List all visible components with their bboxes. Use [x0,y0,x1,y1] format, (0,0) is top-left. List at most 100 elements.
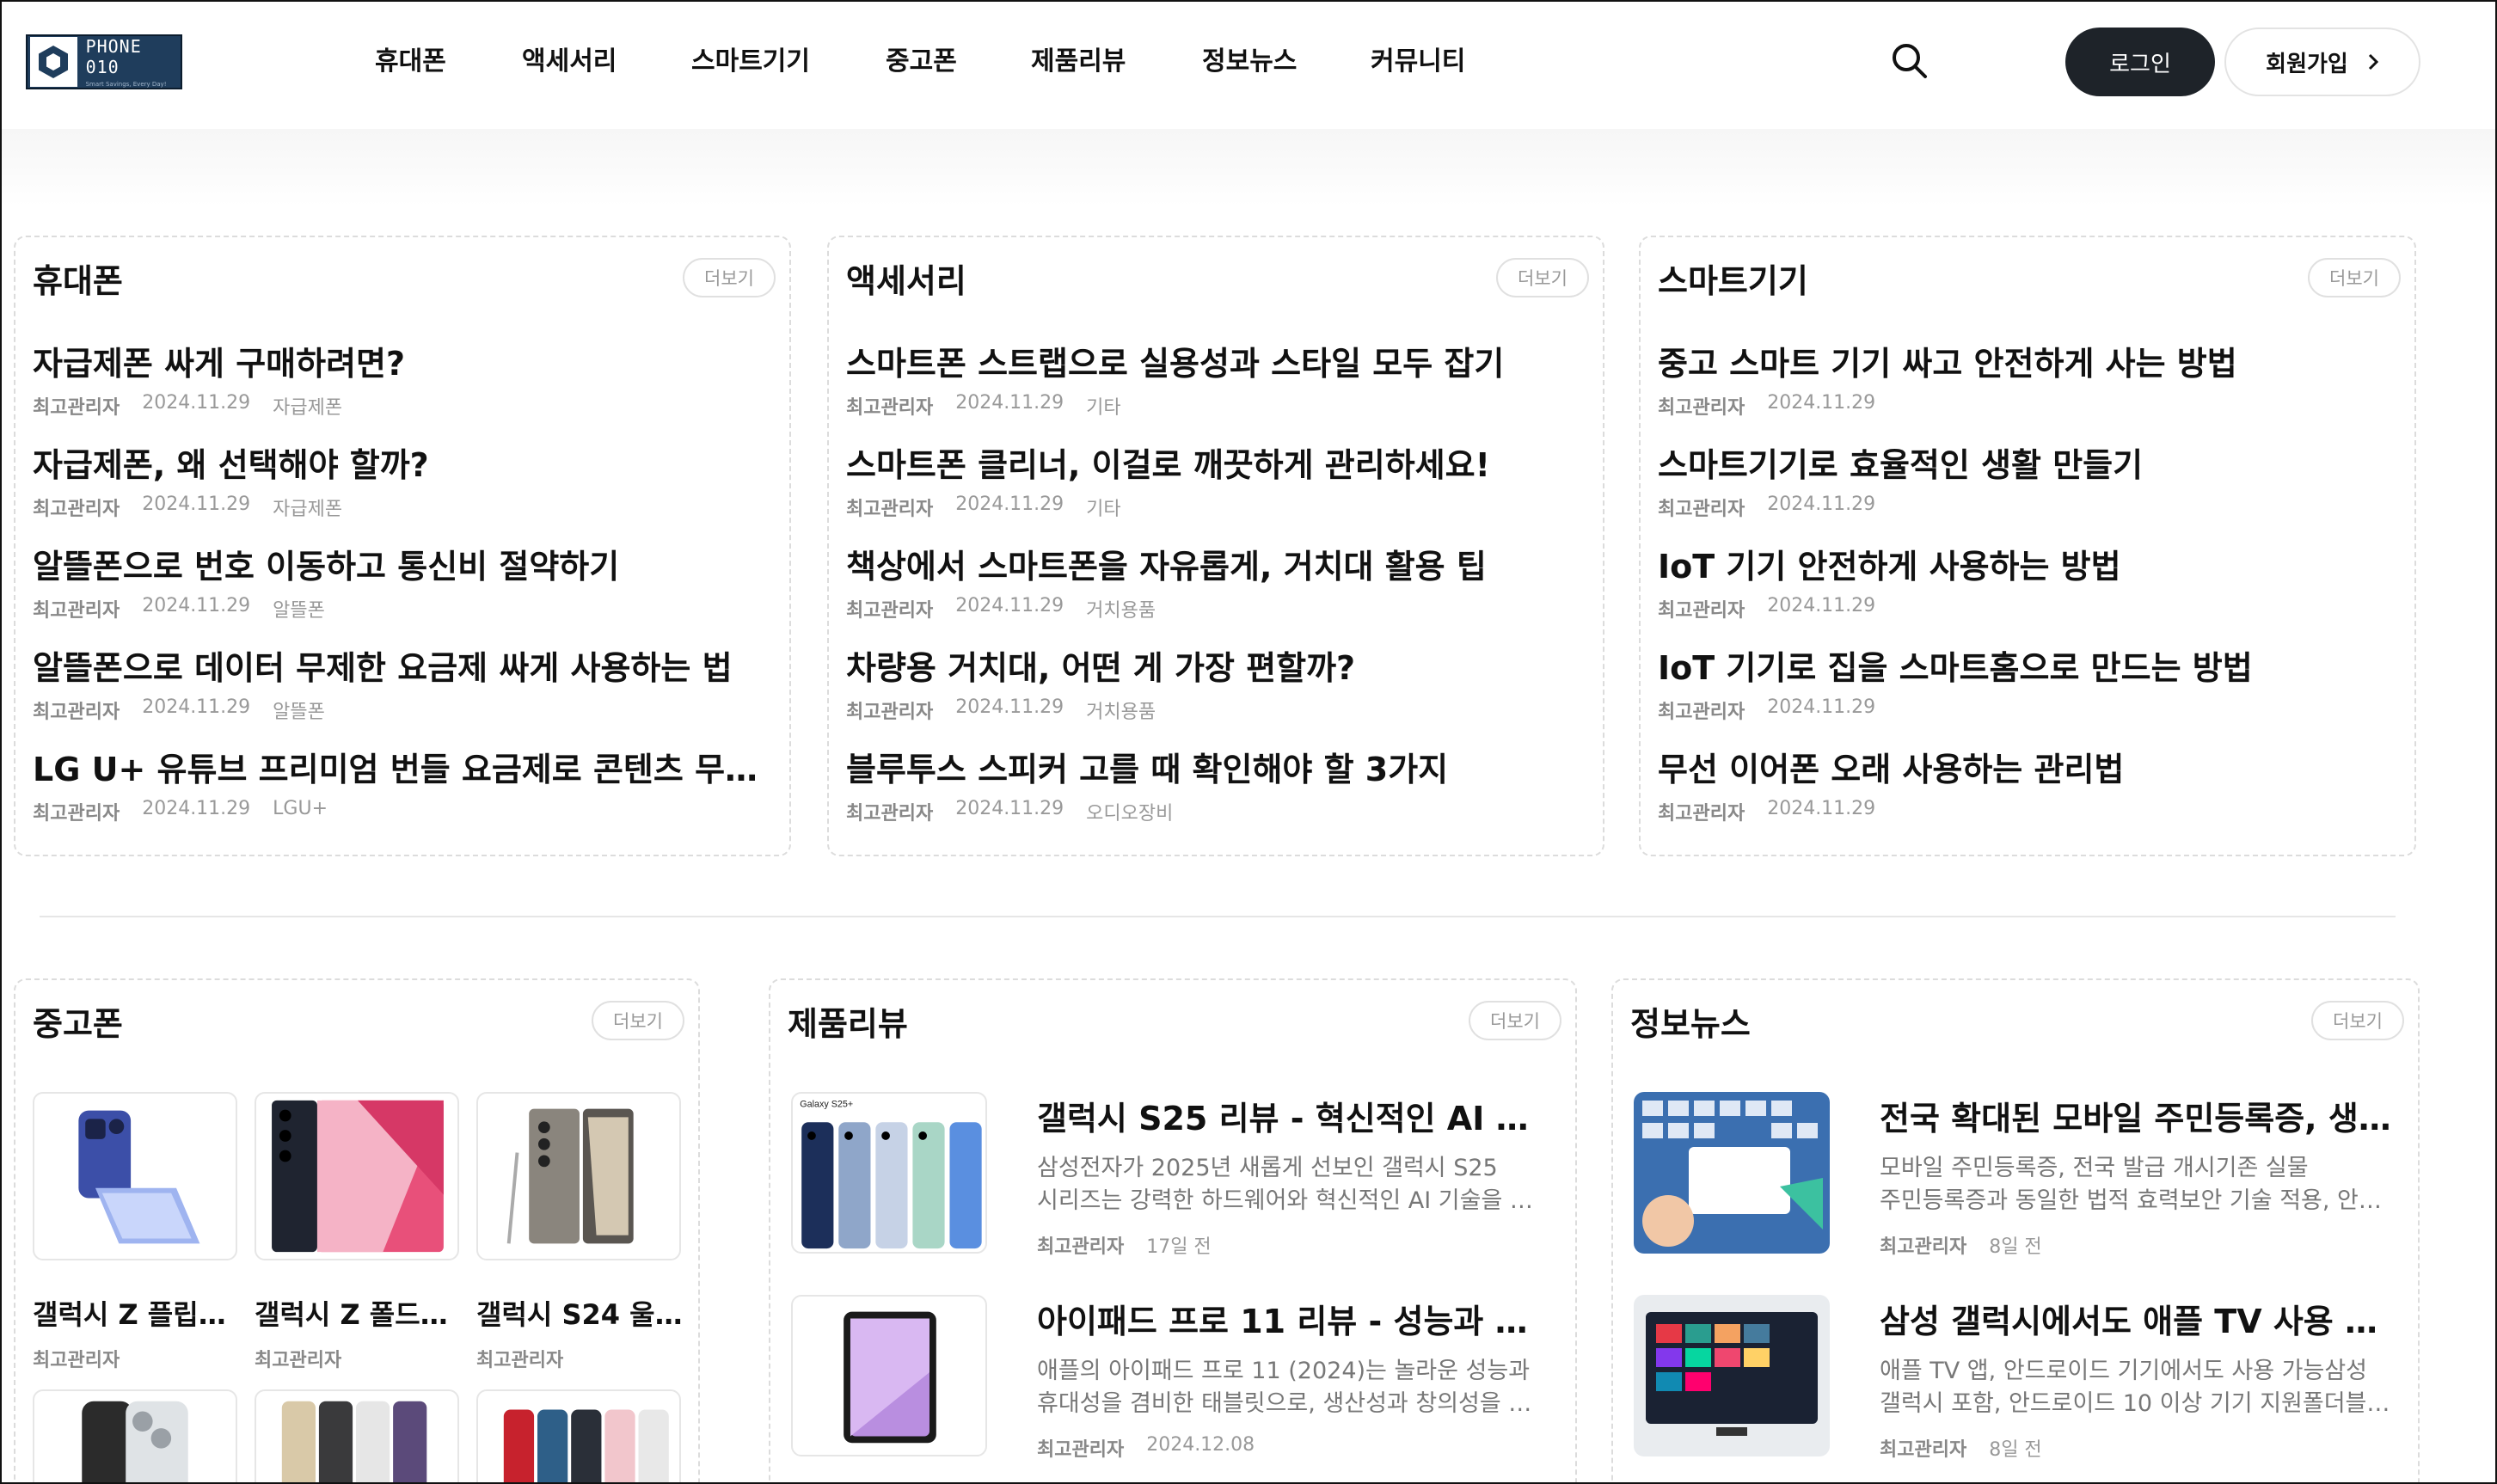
more-button[interactable]: 더보기 [1469,1001,1561,1040]
product-author: 최고관리자 [33,1350,120,1371]
post-item[interactable]: 책상에서 스마트폰을 자유롭게, 거치대 활용 팁 최고관리자 2024.11.2… [846,547,1586,622]
galaxy-z-fold6-image[interactable] [255,1092,459,1260]
excerpt-line: 휴대성을 겸비한 태블릿으로, 생산성과 창의성을 높여주는 [1037,1390,1553,1417]
post-title[interactable]: 알뜰폰으로 데이터 무제한 요금제 싸게 사용하는 법 [33,648,772,688]
review-excerpt: 애플의 아이패드 프로 11 (2024)는 놀라운 성능과 휴대성을 겸비한 태… [1037,1355,1553,1420]
post-category: LGU+ [273,798,328,819]
post-meta: 최고관리자 2024.11.29 [1658,696,2397,724]
post-meta: 최고관리자 2024.11.29 [1658,392,2397,420]
post-title[interactable]: 무선 이어폰 오래 사용하는 관리법 [1658,750,2397,789]
post-title[interactable]: 블루투스 스피커 고를 때 확인해야 할 3가지 [846,750,1586,789]
post-date: 2024.11.29 [142,696,251,718]
post-title[interactable]: 알뜰폰으로 번호 이동하고 통신비 절약하기 [33,547,772,586]
iphone-14-pro-image[interactable] [255,1389,459,1482]
post-title[interactable]: 책상에서 스마트폰을 자유롭게, 거치대 활용 팁 [846,547,1586,586]
iphone-13-image[interactable] [476,1389,681,1482]
post-author: 최고관리자 [33,499,120,520]
galaxy-z-flip6-image[interactable] [33,1092,237,1260]
post-title[interactable]: 중고 스마트 기기 싸고 안전하게 사는 방법 [1658,344,2397,383]
review-author: 최고관리자 [1037,1439,1125,1461]
more-button[interactable]: 더보기 [1496,258,1589,297]
post-item[interactable]: 중고 스마트 기기 싸고 안전하게 사는 방법 최고관리자 2024.11.29 [1658,344,2397,420]
post-item[interactable]: 차량용 거치대, 어떤 게 가장 편할까? 최고관리자 2024.11.29 거치용… [846,648,1586,724]
news-excerpt: 모바일 주민등록증, 전국 발급 개시기존 실물 주민등록증과 동일한 법적 효력… [1880,1152,2396,1217]
post-item[interactable]: 블루투스 스피커 고를 때 확인해야 할 3가지 최고관리자 2024.11.29… [846,750,1586,825]
ipad-pro-image[interactable] [791,1295,987,1456]
news-title[interactable]: 삼성 갤럭시에서도 애플 TV 사용 가능 [1880,1295,2396,1342]
post-category: 거치용품 [1086,702,1156,723]
review-meta: 최고관리자 2024.12.08 [1037,1434,1255,1462]
post-meta: 최고관리자 2024.11.29 자급제폰 [33,494,772,521]
nav-item-smart-devices[interactable]: 스마트기기 [691,40,810,77]
post-item[interactable]: IoT 기기 안전하게 사용하는 방법 최고관리자 2024.11.29 [1658,547,2397,622]
post-meta: 최고관리자 2024.11.29 거치용품 [846,595,1586,622]
review-thumbnail-image[interactable]: Galaxy S25+ [791,1092,987,1254]
post-item[interactable]: 스마트폰 스트랩으로 실용성과 스타일 모두 잡기 최고관리자 2024.11.2… [846,344,1586,420]
post-item[interactable]: 알뜰폰으로 번호 이동하고 통신비 절약하기 최고관리자 2024.11.29 알뜰… [33,547,772,622]
iphone-15-image[interactable] [33,1389,237,1482]
chevron-right-icon [2368,53,2378,71]
post-item[interactable]: 스마트폰 클리너, 이걸로 깨끗하게 관리하세요! 최고관리자 2024.11.2… [846,445,1586,521]
nav-item-used-phones[interactable]: 중고폰 [886,40,957,77]
nav-item-phones[interactable]: 휴대폰 [375,40,446,77]
keyboard-card-image[interactable] [1634,1092,1830,1254]
post-title[interactable]: LG U+ 유튜브 프리미엄 번들 요금제로 콘텐츠 무제한 즐기기 [33,750,772,789]
news-author: 최고관리자 [1880,1236,1967,1258]
more-button[interactable]: 더보기 [2311,1001,2404,1040]
post-category: 자급제폰 [273,397,343,419]
post-meta: 최고관리자 2024.11.29 [1658,595,2397,622]
section-title: 휴대폰 [33,262,123,300]
galaxy-s24-ultra-image[interactable] [476,1092,681,1260]
post-item[interactable]: 자급제폰, 왜 선택해야 할까? 최고관리자 2024.11.29 자급제폰 [33,445,772,521]
post-item[interactable]: IoT 기기로 집을 스마트홈으로 만드는 방법 최고관리자 2024.11.29 [1658,648,2397,724]
section-card-used-phones: 중고폰 더보기 갤럭시 Z 플립6 자급제 갤럭시 Z 폴드6 자급제 갤럭시 … [14,978,700,1482]
post-title[interactable]: 스마트폰 클리너, 이걸로 깨끗하게 관리하세요! [846,445,1586,485]
more-button[interactable]: 더보기 [683,258,776,297]
product-author: 최고관리자 [476,1350,564,1371]
post-author: 최고관리자 [33,803,120,825]
post-item[interactable]: 알뜰폰으로 데이터 무제한 요금제 싸게 사용하는 법 최고관리자 2024.11… [33,648,772,724]
product-title[interactable]: 갤럭시 S24 울트라 자급제 [476,1293,683,1333]
post-title[interactable]: 자급제폰 싸게 구매하려면? [33,344,772,383]
post-author: 최고관리자 [846,803,934,825]
post-item[interactable]: 스마트기기로 효율적인 생활 만들기 최고관리자 2024.11.29 [1658,445,2397,521]
review-title[interactable]: 아이패드 프로 11 리뷰 - 성능과 휴대성의 조화 [1037,1295,1553,1342]
post-date: 2024.11.29 [1767,696,1876,718]
post-category: 자급제폰 [273,499,343,520]
post-category: 기타 [1086,397,1121,419]
post-title[interactable]: 차량용 거치대, 어떤 게 가장 편할까? [846,648,1586,688]
nav-item-community[interactable]: 커뮤니티 [1371,40,1465,77]
review-title[interactable]: 갤럭시 S25 리뷰 - 혁신적인 AI 기능과 성능 [1037,1092,1553,1139]
post-title[interactable]: 스마트기기로 효율적인 생활 만들기 [1658,445,2397,485]
product-title[interactable]: 갤럭시 Z 폴드6 자급제 [255,1293,461,1333]
post-meta: 최고관리자 2024.11.29 LGU+ [33,798,772,825]
post-author: 최고관리자 [1658,499,1745,520]
news-title[interactable]: 전국 확대된 모바일 주민등록증, 생활 속 활용법 [1880,1092,2396,1139]
section-card-reviews: 제품리뷰 더보기 Galaxy S25+ 갤럭시 S25 리뷰 - 혁신적인 A… [769,978,1577,1482]
nav-item-reviews[interactable]: 제품리뷰 [1031,40,1126,77]
section-divider [40,916,2396,917]
signup-button[interactable]: 회원가입 [2224,28,2420,96]
more-button[interactable]: 더보기 [2308,258,2401,297]
post-title[interactable]: 자급제폰, 왜 선택해야 할까? [33,445,772,485]
logo-slogan: Smart Savings, Every Day! [85,81,167,88]
review-meta: 최고관리자 17일 전 [1037,1231,1212,1259]
product-title[interactable]: 갤럭시 Z 플립6 자급제 [33,1293,239,1333]
search-icon[interactable] [1888,40,1931,83]
post-title[interactable]: IoT 기기 안전하게 사용하는 방법 [1658,547,2397,586]
more-button[interactable]: 더보기 [592,1001,684,1040]
post-item[interactable]: LG U+ 유튜브 프리미엄 번들 요금제로 콘텐츠 무제한 즐기기 최고관리자… [33,750,772,825]
news-meta: 최고관리자 8일 전 [1880,1231,2042,1259]
section-title: 제품리뷰 [788,1005,908,1043]
post-title[interactable]: 스마트폰 스트랩으로 실용성과 스타일 모두 잡기 [846,344,1586,383]
nav-item-accessories[interactable]: 액세서리 [522,40,617,77]
post-item[interactable]: 무선 이어폰 오래 사용하는 관리법 최고관리자 2024.11.29 [1658,750,2397,825]
nav-item-news[interactable]: 정보뉴스 [1202,40,1297,77]
post-title[interactable]: IoT 기기로 집을 스마트홈으로 만드는 방법 [1658,648,2397,688]
site-logo[interactable]: PHONE 010 Smart Savings, Every Day! [26,34,182,89]
post-item[interactable]: 자급제폰 싸게 구매하려면? 최고관리자 2024.11.29 자급제폰 [33,344,772,420]
post-category: 알뜰폰 [273,702,325,723]
smart-tv-image[interactable] [1634,1295,1830,1456]
post-date: 2024.11.29 [955,494,1064,515]
login-button[interactable]: 로그인 [2065,28,2215,96]
